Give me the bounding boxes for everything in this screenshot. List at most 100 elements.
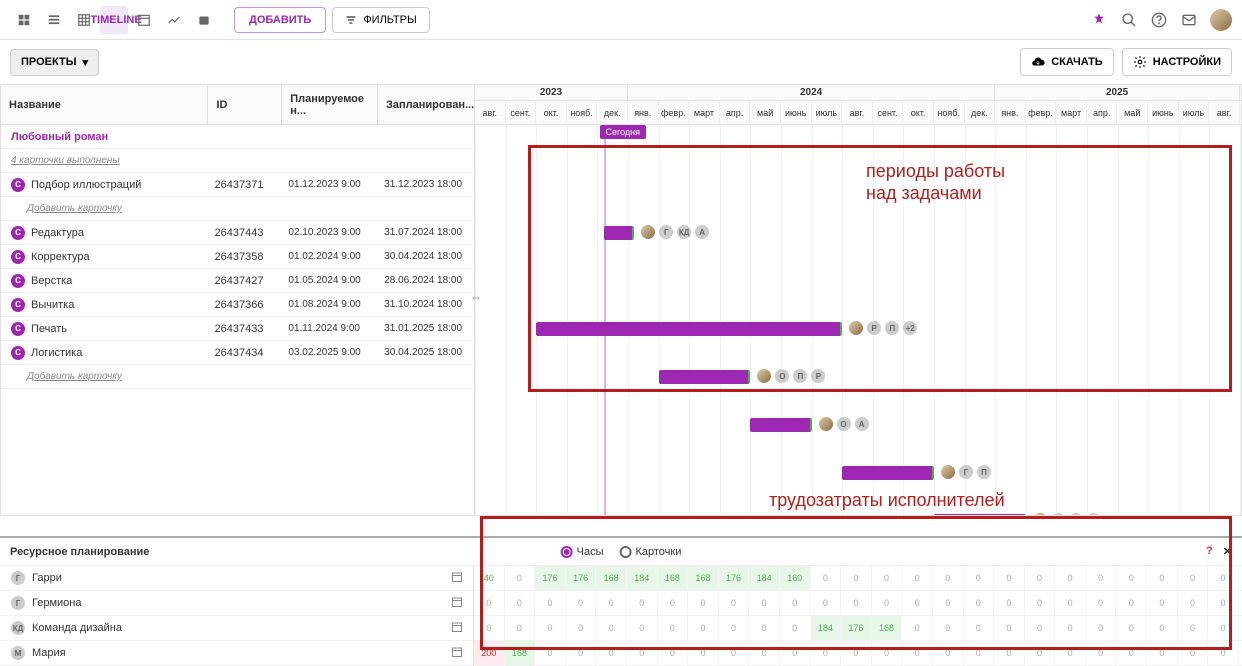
task-row[interactable]: CКорректура2643735801.02.2024 9:0030.04.… [1, 245, 474, 269]
resource-cell[interactable]: 0 [535, 641, 566, 665]
assignee-chip[interactable]: О [836, 416, 852, 432]
assignee-chip[interactable]: Г [658, 224, 674, 240]
resource-cell[interactable]: 176 [566, 566, 597, 590]
help-icon[interactable] [1150, 11, 1168, 29]
resource-cell[interactable]: 0 [1086, 566, 1117, 590]
search-icon[interactable] [1120, 11, 1138, 29]
resource-cell[interactable]: 0 [1055, 641, 1086, 665]
resource-cell[interactable]: 0 [902, 591, 933, 615]
resource-cell[interactable]: 0 [535, 616, 566, 640]
resource-cell[interactable]: 0 [1208, 641, 1239, 665]
resource-cell[interactable]: 0 [1025, 616, 1056, 640]
resource-cell[interactable]: 0 [841, 591, 872, 615]
resource-cell[interactable]: 0 [749, 616, 780, 640]
download-button[interactable]: СКАЧАТЬ [1020, 48, 1114, 76]
archive-view-icon[interactable] [190, 6, 218, 34]
gantt-bar[interactable] [842, 466, 934, 480]
assignee-chip[interactable]: +2 [902, 320, 918, 336]
resource-cell[interactable]: 168 [658, 566, 689, 590]
resource-cell[interactable]: 0 [658, 616, 689, 640]
resource-cell[interactable]: 0 [811, 591, 842, 615]
assignee-chip[interactable] [848, 320, 864, 336]
resource-cell[interactable]: 0 [780, 641, 811, 665]
resource-cell[interactable]: 0 [933, 641, 964, 665]
assignee-chip[interactable] [1032, 512, 1048, 515]
resource-cell[interactable]: 0 [1116, 566, 1147, 590]
resource-cell[interactable]: 0 [1208, 591, 1239, 615]
settings-button[interactable]: НАСТРОЙКИ [1122, 48, 1232, 76]
resource-cell[interactable]: 0 [719, 616, 750, 640]
task-row[interactable]: CРедактура2643744302.10.2023 9:0031.07.2… [1, 221, 474, 245]
resource-cell[interactable]: 176 [535, 566, 566, 590]
task-row[interactable]: CЛогистика2643743403.02.2025 9:0030.04.2… [1, 341, 474, 365]
resource-cell[interactable]: 0 [872, 641, 903, 665]
resource-cell[interactable]: 0 [841, 566, 872, 590]
assignee-chip[interactable]: КД [676, 224, 692, 240]
assignee-chip[interactable]: П [976, 464, 992, 480]
assignee-chip[interactable]: П [792, 368, 808, 384]
gantt-bar[interactable] [934, 514, 1026, 515]
resource-cell[interactable]: 0 [719, 591, 750, 615]
resource-row[interactable]: ММария [0, 641, 473, 666]
resource-cell[interactable]: 0 [872, 591, 903, 615]
gantt-bar[interactable] [659, 370, 751, 384]
resource-cell[interactable]: 0 [474, 591, 505, 615]
resource-cell[interactable]: 0 [780, 616, 811, 640]
resource-cell[interactable]: 0 [964, 591, 995, 615]
gantt-bar[interactable] [604, 226, 635, 240]
resource-cell[interactable]: 0 [902, 616, 933, 640]
resource-cell[interactable]: 0 [780, 591, 811, 615]
resource-cell[interactable]: 0 [994, 616, 1025, 640]
resource-cell[interactable]: 0 [1025, 566, 1056, 590]
resource-cell[interactable]: 0 [688, 616, 719, 640]
user-avatar[interactable] [1210, 9, 1232, 31]
gantt-bar[interactable] [536, 322, 842, 336]
filters-button[interactable]: ФИЛЬТРЫ [332, 7, 429, 33]
resource-cell[interactable]: 0 [1116, 641, 1147, 665]
chart-view-icon[interactable] [160, 6, 188, 34]
calendar-view-icon[interactable] [130, 6, 158, 34]
col-name[interactable]: Название [1, 85, 208, 124]
resource-cell[interactable]: 0 [474, 616, 505, 640]
resource-cell[interactable]: 0 [994, 591, 1025, 615]
whats-new-icon[interactable] [1090, 11, 1108, 29]
resource-row[interactable]: ГГермиона [0, 591, 473, 616]
cards-done-row[interactable]: 4 карточки выполнены [1, 149, 474, 173]
resource-cell[interactable]: 0 [749, 591, 780, 615]
resource-cell[interactable]: 0 [596, 641, 627, 665]
resource-cell[interactable]: 184 [749, 566, 780, 590]
calendar-icon[interactable] [451, 646, 463, 661]
resource-cell[interactable]: 0 [1178, 616, 1209, 640]
resource-cell[interactable]: 0 [994, 566, 1025, 590]
add-card-link[interactable]: Добавить карточку [1, 365, 474, 389]
resource-cell[interactable]: 176 [841, 616, 872, 640]
assignee-chip[interactable]: Г [958, 464, 974, 480]
resource-cell[interactable]: 0 [658, 591, 689, 615]
resource-cell[interactable]: 0 [1208, 616, 1239, 640]
task-row[interactable]: CВерстка2643742701.05.2024 9:0028.06.202… [1, 269, 474, 293]
resource-cell[interactable]: 0 [505, 616, 536, 640]
resource-cell[interactable]: 0 [505, 566, 536, 590]
col-scheduled[interactable]: Запланирован... [378, 85, 474, 124]
resource-cell[interactable]: 0 [627, 641, 658, 665]
resource-row[interactable]: ГГарри [0, 566, 473, 591]
resource-cell[interactable]: 0 [505, 591, 536, 615]
resource-cell[interactable]: 0 [688, 591, 719, 615]
resource-cell[interactable]: 0 [994, 641, 1025, 665]
resource-cell[interactable]: 0 [627, 616, 658, 640]
calendar-icon[interactable] [451, 596, 463, 611]
gantt-bar[interactable] [750, 418, 811, 432]
resource-cell[interactable]: 0 [811, 566, 842, 590]
resource-cell[interactable]: 0 [811, 641, 842, 665]
radio-cards[interactable]: Карточки [619, 546, 681, 558]
project-row[interactable]: Любовный роман [1, 125, 474, 149]
mail-icon[interactable] [1180, 11, 1198, 29]
help-small-icon[interactable]: ? [1206, 545, 1213, 558]
resource-cell[interactable]: 176 [719, 566, 750, 590]
resource-cell[interactable]: 0 [1208, 566, 1239, 590]
assignee-chip[interactable]: А [694, 224, 710, 240]
resource-cell[interactable]: 0 [1025, 591, 1056, 615]
resource-cell[interactable]: 0 [566, 591, 597, 615]
resource-cell[interactable]: 0 [688, 641, 719, 665]
col-id[interactable]: ID [208, 85, 282, 124]
